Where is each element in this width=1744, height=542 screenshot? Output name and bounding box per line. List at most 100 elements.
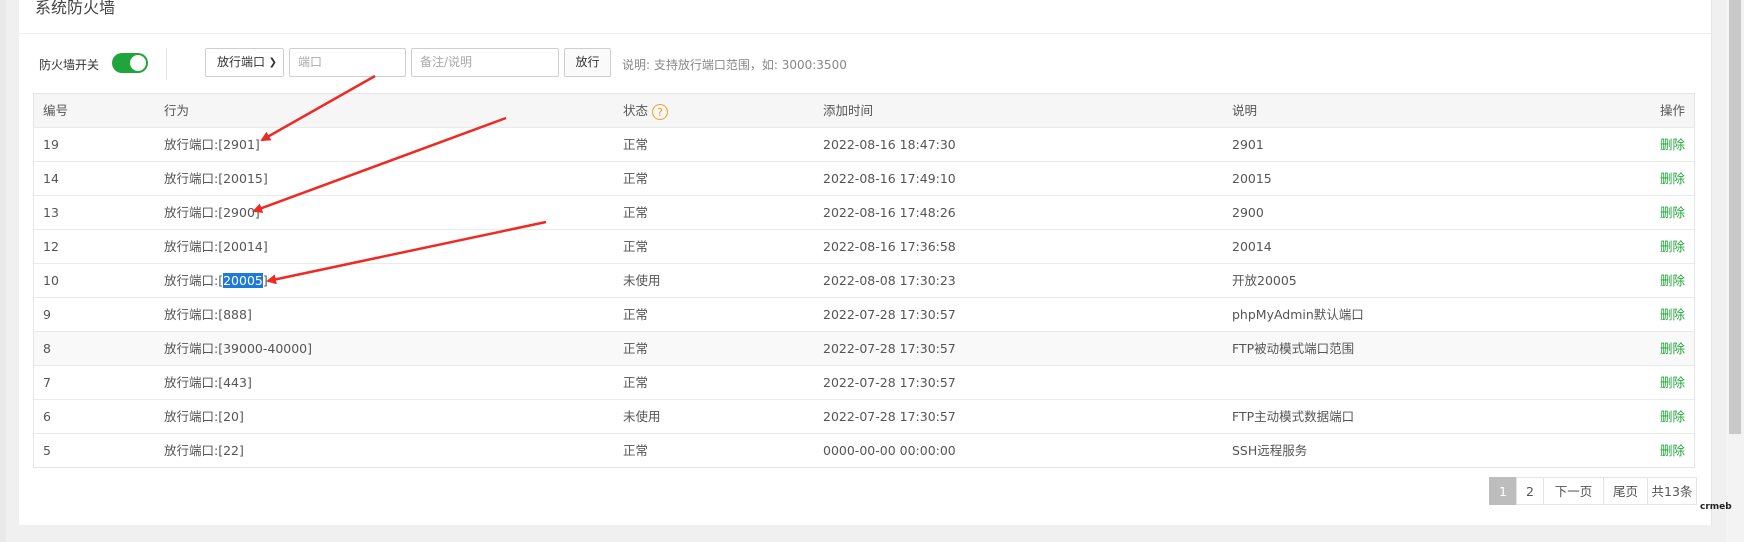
table-row: 13 放行端口:[2900] 正常 2022-08-16 17:48:26 29… <box>34 195 1694 229</box>
rule-status: 正常 <box>623 137 649 152</box>
firewall-panel: 系统防火墙 防火墙开关 放行端口 ❯ 端口 备注/说明 放行 说明: 支持放行端… <box>19 0 1712 525</box>
table-row: 6 放行端口:[20] 未使用 2022-07-28 17:30:57 FTP主… <box>34 399 1694 433</box>
selected-port-text: 20005 <box>223 273 263 288</box>
rule-action: 放行端口:[2901] <box>164 137 260 152</box>
rule-status: 未使用 <box>623 409 661 424</box>
delete-link[interactable]: 删除 <box>1660 434 1685 468</box>
rule-status: 正常 <box>623 171 649 186</box>
table-row: 14 放行端口:[20015] 正常 2022-08-16 17:49:10 2… <box>34 161 1694 195</box>
firewall-rules-table: 编号 行为 状态? 添加时间 说明 操作 19 放行端口:[2901] 正常 2… <box>33 93 1695 468</box>
note-placeholder: 备注/说明 <box>420 55 473 69</box>
rule-desc: 2900 <box>1232 205 1264 220</box>
delete-link[interactable]: 删除 <box>1660 196 1685 230</box>
rule-desc: SSH远程服务 <box>1232 443 1308 458</box>
watermark-logo: crmeb <box>1700 502 1732 512</box>
rule-action: 放行端口:[39000-40000] <box>164 341 313 356</box>
rule-time: 0000-00-00 00:00:00 <box>823 443 956 458</box>
table-row: 8 放行端口:[39000-40000] 正常 2022-07-28 17:30… <box>34 331 1694 365</box>
header-action: 行为 <box>164 103 190 118</box>
delete-link[interactable]: 删除 <box>1660 264 1685 298</box>
rule-id: 10 <box>43 273 59 288</box>
rule-desc: 20015 <box>1232 171 1272 186</box>
delete-link[interactable]: 删除 <box>1660 230 1685 264</box>
allow-button[interactable]: 放行 <box>564 48 611 77</box>
rule-desc: 开放20005 <box>1232 273 1297 288</box>
rule-status: 正常 <box>623 205 649 220</box>
note-input[interactable]: 备注/说明 <box>411 48 559 77</box>
rule-action: 放行端口:[20005] <box>164 264 268 298</box>
rule-time: 2022-08-16 17:48:26 <box>823 205 956 220</box>
table-row: 19 放行端口:[2901] 正常 2022-08-16 18:47:30 29… <box>34 127 1694 161</box>
rule-type-value: 放行端口 <box>217 55 266 69</box>
toolbar-divider <box>166 48 167 80</box>
rule-status: 正常 <box>623 341 649 356</box>
rule-id: 9 <box>43 307 51 322</box>
left-edge <box>0 0 6 542</box>
chevron-down-icon: ❯ <box>268 57 277 68</box>
rule-id: 13 <box>43 205 59 220</box>
rule-time: 2022-08-16 17:49:10 <box>823 171 956 186</box>
rule-desc: FTP被动模式端口范围 <box>1232 341 1355 356</box>
rule-action: 放行端口:[20014] <box>164 239 268 254</box>
rule-id: 7 <box>43 375 51 390</box>
rule-id: 5 <box>43 443 51 458</box>
table-row: 12 放行端口:[20014] 正常 2022-08-16 17:36:58 2… <box>34 229 1694 263</box>
firewall-toolbar: 防火墙开关 放行端口 ❯ 端口 备注/说明 放行 说明: 支持放行端口范围，如:… <box>35 48 1695 80</box>
table-header: 编号 行为 状态? 添加时间 说明 操作 <box>34 94 1694 127</box>
delete-link[interactable]: 删除 <box>1660 128 1685 162</box>
page-2-button[interactable]: 2 <box>1516 477 1544 505</box>
rule-time: 2022-07-28 17:30:57 <box>823 307 956 322</box>
page-1-button[interactable]: 1 <box>1489 477 1517 505</box>
table-row: 7 放行端口:[443] 正常 2022-07-28 17:30:57 删除 <box>34 365 1694 399</box>
rule-desc: 20014 <box>1232 239 1272 254</box>
rule-id: 12 <box>43 239 59 254</box>
firewall-toggle-label: 防火墙开关 <box>39 58 100 72</box>
rule-action: 放行端口:[22] <box>164 443 244 458</box>
rule-time: 2022-07-28 17:30:57 <box>823 409 956 424</box>
rule-type-select[interactable]: 放行端口 ❯ <box>205 48 284 77</box>
rule-time: 2022-08-16 18:47:30 <box>823 137 956 152</box>
rule-action-suffix: ] <box>262 273 268 288</box>
rule-action: 放行端口:[443] <box>164 375 252 390</box>
rule-desc: 2901 <box>1232 137 1264 152</box>
rule-action-prefix: 放行端口:[ <box>164 273 224 288</box>
table-row: 5 放行端口:[22] 正常 0000-00-00 00:00:00 SSH远程… <box>34 433 1694 467</box>
delete-link[interactable]: 删除 <box>1660 298 1685 332</box>
delete-link[interactable]: 删除 <box>1660 162 1685 196</box>
rule-desc: FTP主动模式数据端口 <box>1232 409 1355 424</box>
rule-status: 正常 <box>623 375 649 390</box>
rule-action: 放行端口:[2900] <box>164 205 260 220</box>
header-status-label: 状态 <box>623 103 649 118</box>
rule-id: 19 <box>43 137 59 152</box>
delete-link[interactable]: 删除 <box>1660 366 1685 400</box>
scrollbar-thumb[interactable] <box>1729 0 1741 434</box>
rule-status: 正常 <box>623 443 649 458</box>
next-page-button[interactable]: 下一页 <box>1543 477 1604 505</box>
toggle-knob <box>130 55 146 71</box>
port-input[interactable]: 端口 <box>289 48 406 77</box>
total-count: 共13条 <box>1647 477 1697 505</box>
header-time: 添加时间 <box>823 103 874 118</box>
panel-title: 系统防火墙 <box>35 0 116 17</box>
table-row: 10 放行端口:[20005] 未使用 2022-08-08 17:30:23 … <box>34 263 1694 297</box>
rule-status: 未使用 <box>623 273 661 288</box>
rule-time: 2022-08-08 17:30:23 <box>823 273 956 288</box>
port-placeholder: 端口 <box>298 55 323 69</box>
firewall-toggle[interactable] <box>112 53 148 73</box>
last-page-button[interactable]: 尾页 <box>1603 477 1648 505</box>
rule-action: 放行端口:[20] <box>164 409 244 424</box>
help-icon[interactable]: ? <box>652 103 669 120</box>
rule-time: 2022-07-28 17:30:57 <box>823 375 956 390</box>
port-range-hint: 说明: 支持放行端口范围，如: 3000:3500 <box>622 58 847 72</box>
rule-desc: phpMyAdmin默认端口 <box>1232 307 1364 322</box>
rule-time: 2022-08-16 17:36:58 <box>823 239 956 254</box>
rule-action: 放行端口:[888] <box>164 307 252 322</box>
rule-status: 正常 <box>623 239 649 254</box>
rule-id: 6 <box>43 409 51 424</box>
delete-link[interactable]: 删除 <box>1660 332 1685 366</box>
delete-link[interactable]: 删除 <box>1660 400 1685 434</box>
table-row: 9 放行端口:[888] 正常 2022-07-28 17:30:57 phpM… <box>34 297 1694 331</box>
header-id[interactable]: 编号 <box>43 94 68 127</box>
rule-action: 放行端口:[20015] <box>164 171 268 186</box>
header-status: 状态? <box>623 94 669 127</box>
